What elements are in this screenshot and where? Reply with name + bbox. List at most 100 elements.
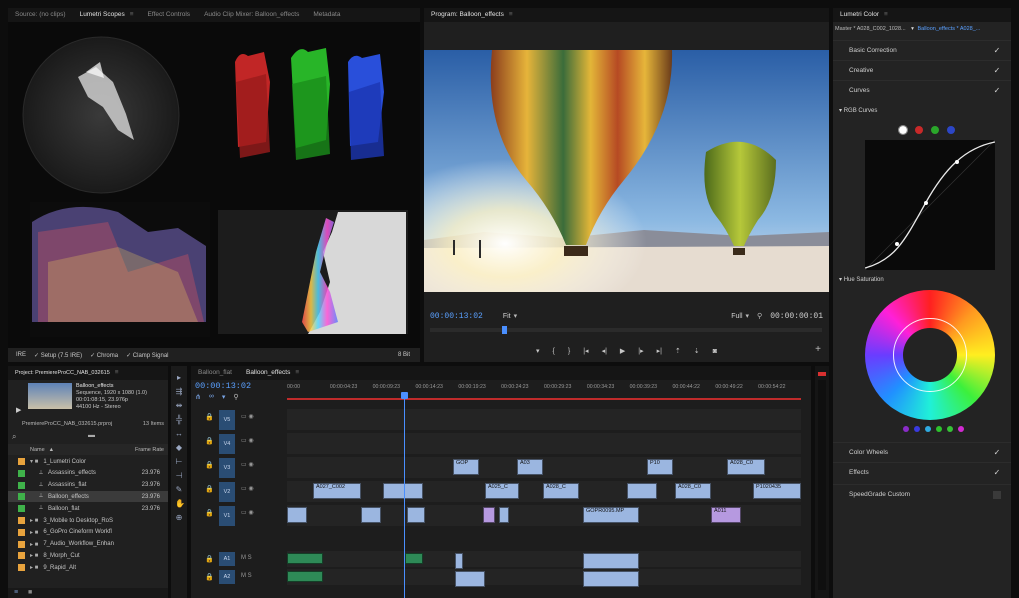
green-swatch[interactable]: [936, 426, 942, 432]
go-to-in-icon[interactable]: |◂: [583, 347, 588, 355]
playhead-marker[interactable]: [502, 326, 507, 334]
section-speedgrade-custom[interactable]: SpeedGrade Custom: [833, 484, 1011, 504]
timeline-timecode[interactable]: 00:00:13:02: [195, 381, 251, 391]
ripple-edit-tool-icon[interactable]: ⇹: [175, 402, 183, 410]
work-area-bar[interactable]: [287, 398, 801, 400]
saturation-ring[interactable]: [893, 318, 967, 392]
project-bin-row[interactable]: ▾ ■ 1_Lumetri Color: [8, 456, 168, 467]
resolution-select[interactable]: Full: [731, 313, 742, 320]
project-bin-row[interactable]: ▸ ■ 8_Morph_Cut: [8, 550, 168, 561]
rate-stretch-tool-icon[interactable]: ↔: [175, 430, 183, 438]
timeline-clip[interactable]: [499, 507, 509, 523]
column-name[interactable]: Name: [30, 447, 45, 453]
tab-program[interactable]: Program: Balloon_effects ≡: [424, 8, 520, 22]
lock-icon[interactable]: 🔒: [205, 461, 214, 469]
tab-menu-icon[interactable]: ≡: [295, 369, 299, 376]
lift-icon[interactable]: ⇡: [675, 347, 681, 355]
label-color-swatch[interactable]: [18, 540, 25, 548]
linked-selection-icon[interactable]: ∞: [209, 393, 214, 401]
label-color-swatch[interactable]: [18, 493, 25, 501]
lumetri-clip-selector[interactable]: Master * A028_C002_1028... ▾ Balloon_eff…: [835, 26, 1011, 38]
chevron-down-icon[interactable]: ▾: [746, 312, 750, 320]
track-target-badge[interactable]: V1: [219, 506, 235, 526]
step-forward-icon[interactable]: |▸: [638, 347, 643, 355]
list-view-icon[interactable]: ≡: [14, 589, 18, 596]
add-marker-icon[interactable]: ▾: [536, 347, 540, 355]
search-icon[interactable]: ⌕: [12, 432, 20, 441]
playhead-line[interactable]: [404, 394, 405, 598]
clip-thumbnail[interactable]: [28, 383, 72, 409]
zoom-tool-icon[interactable]: ⊕: [175, 514, 183, 522]
mute-solo-icon[interactable]: M S: [241, 555, 252, 561]
section-color-wheels[interactable]: Color Wheels ✓: [833, 442, 1011, 462]
track-select-tool-icon[interactable]: ⇶: [175, 388, 183, 396]
track-lane-v4[interactable]: [287, 433, 801, 454]
timeline-clip[interactable]: P10: [647, 459, 673, 475]
track-header-v5[interactable]: 🔒 V5 ▭ ◉: [191, 410, 287, 430]
project-bin-row[interactable]: ▸ ■ 3_Mobile to Desktop_RoS: [8, 515, 168, 526]
timeline-clip[interactable]: [455, 571, 485, 587]
lock-icon[interactable]: 🔒: [205, 413, 214, 421]
checkbox-icon[interactable]: ✓: [993, 86, 1001, 95]
mark-out-icon[interactable]: }: [568, 348, 570, 355]
track-header-a2[interactable]: 🔒 A2 M S: [191, 570, 287, 584]
hand-tool-icon[interactable]: ✋: [175, 500, 185, 508]
clamp-signal-toggle[interactable]: ✓ Clamp Signal: [126, 352, 168, 359]
timeline-clip[interactable]: A028_C0: [727, 459, 765, 475]
razor-tool-icon[interactable]: ◆: [175, 444, 183, 452]
project-clip-row[interactable]: ⟂ Assassins_flat 23.976: [8, 480, 168, 491]
tab-effect-controls[interactable]: Effect Controls: [141, 8, 198, 22]
tab-lumetri-scopes[interactable]: Lumetri Scopes ≡: [73, 8, 141, 22]
visibility-icon[interactable]: ▭ ◉: [241, 485, 254, 492]
track-lane-v5[interactable]: [287, 409, 801, 430]
timeline-clip[interactable]: A011: [711, 507, 741, 523]
timeline-clip[interactable]: A025_C: [485, 483, 519, 499]
setup-toggle[interactable]: ✓ Setup (7.5 IRE): [34, 352, 82, 359]
playhead-handle[interactable]: [401, 392, 408, 399]
visibility-icon[interactable]: ▭ ◉: [241, 413, 254, 420]
timeline-clip[interactable]: [455, 553, 463, 569]
slide-tool-icon[interactable]: ⊣: [175, 472, 183, 480]
scope-preset[interactable]: IRE: [16, 352, 26, 358]
pen-tool-icon[interactable]: ✎: [175, 486, 183, 494]
label-color-swatch[interactable]: [18, 458, 25, 465]
program-video-frame[interactable]: [424, 50, 829, 292]
bin-icon[interactable]: ▬: [88, 432, 96, 440]
go-to-out-icon[interactable]: ▸|: [657, 347, 662, 355]
timeline-clip[interactable]: [287, 571, 323, 582]
cyan-swatch[interactable]: [925, 426, 931, 432]
selection-tool-icon[interactable]: ▸: [175, 374, 183, 382]
track-header-v3[interactable]: 🔒 V3 ▭ ◉: [191, 458, 287, 478]
label-color-swatch[interactable]: [18, 481, 25, 489]
red-channel-dot[interactable]: [915, 126, 923, 134]
bit-depth-select[interactable]: 8 Bit: [398, 352, 410, 358]
label-color-swatch[interactable]: [18, 505, 25, 513]
wrench-icon[interactable]: ⚲: [757, 312, 762, 320]
hue-saturation-wheel[interactable]: [865, 290, 995, 420]
visibility-icon[interactable]: ▭ ◉: [241, 461, 254, 468]
zoom-fit-select[interactable]: Fit: [503, 313, 511, 320]
timeline-clip[interactable]: [361, 507, 381, 523]
section-creative[interactable]: Creative ✓: [833, 60, 1011, 80]
timeline-clip[interactable]: [407, 507, 425, 523]
tab-balloon-effects[interactable]: Balloon_effects ≡: [239, 366, 306, 380]
tab-menu-icon[interactable]: ≡: [884, 11, 888, 18]
timeline-clip[interactable]: [583, 571, 639, 587]
project-clip-row[interactable]: ⟂ Balloon_effects 23.976: [8, 491, 168, 503]
step-back-icon[interactable]: ◂|: [602, 347, 607, 355]
timeline-clip[interactable]: A028_C0: [675, 483, 711, 499]
project-bin-row[interactable]: ▸ ■ 7_Audio_Workflow_Enhan: [8, 539, 168, 550]
checkbox-icon[interactable]: ✓: [993, 448, 1001, 457]
track-target-badge[interactable]: A1: [219, 552, 235, 566]
section-effects[interactable]: Effects ✓: [833, 462, 1011, 482]
column-frame-rate[interactable]: Frame Rate: [135, 447, 164, 453]
visibility-icon[interactable]: ▭ ◉: [241, 437, 254, 444]
wrench-icon[interactable]: ⚲: [233, 393, 238, 401]
lock-icon[interactable]: 🔒: [205, 509, 214, 517]
timeline-clip[interactable]: GOP: [453, 459, 479, 475]
snap-icon[interactable]: ⋔: [195, 393, 201, 401]
track-target-badge[interactable]: V2: [219, 482, 235, 502]
play-icon[interactable]: ▶: [620, 347, 625, 355]
track-lane-v3[interactable]: [287, 457, 801, 478]
green2-swatch[interactable]: [947, 426, 953, 432]
